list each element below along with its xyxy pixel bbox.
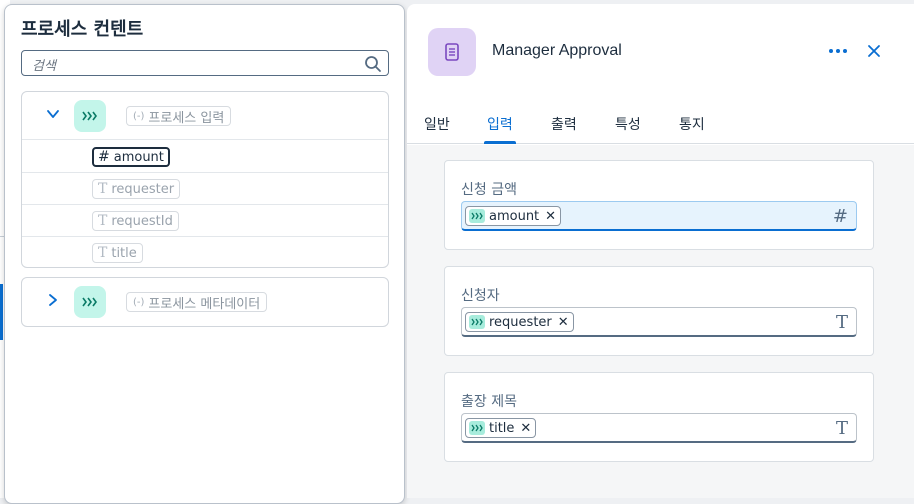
- variable-chip[interactable]: T title: [92, 243, 143, 263]
- tree-node-label-text: 프로세스 메타데이터: [148, 296, 261, 312]
- variable-token[interactable]: amount ✕: [465, 206, 562, 226]
- flow-arrows-icon: [74, 100, 106, 132]
- tab-bar: 일반 입력 출력 특성 통지: [407, 108, 914, 144]
- tab-output[interactable]: 출력: [551, 114, 577, 144]
- tree-node-process-input[interactable]: (-) 프로세스 입력: [22, 92, 388, 140]
- process-content-popover: 프로세스 컨텐트 검색 (-) 프로세스 입력 # amount T reque…: [4, 4, 405, 504]
- tree-leaf-title[interactable]: T title: [22, 237, 388, 269]
- input-mapping-area: 신청 금액 amount ✕ # 신청자 requester ✕ T 출장 제목…: [407, 145, 914, 498]
- number-type-icon: #: [98, 149, 110, 165]
- close-icon[interactable]: [865, 42, 883, 60]
- text-type-icon: T: [98, 245, 108, 261]
- variable-chip-label: title: [111, 245, 137, 261]
- tree-node-process-metadata[interactable]: (-) 프로세스 메타데이터: [22, 278, 388, 326]
- task-details-panel: Manager Approval 일반 입력 출력 특성 통지 신청 금액 am…: [407, 4, 914, 498]
- remove-token-icon[interactable]: ✕: [520, 421, 531, 436]
- remove-token-icon[interactable]: ✕: [545, 209, 556, 224]
- search-placeholder: 검색: [32, 59, 56, 74]
- remove-token-icon[interactable]: ✕: [558, 315, 569, 330]
- variable-chip-label: requestId: [111, 213, 173, 229]
- input-card-amount: 신청 금액 amount ✕ #: [444, 160, 874, 250]
- tree-node-label-text: 프로세스 입력: [148, 110, 225, 126]
- tree-node-label: (-) 프로세스 입력: [126, 106, 232, 126]
- tree-group-process-input: (-) 프로세스 입력 # amount T requester T reque…: [21, 91, 389, 268]
- text-type-icon: T: [98, 181, 108, 197]
- variable-tag-icon: (-): [133, 110, 145, 122]
- tree-node-label: (-) 프로세스 메타데이터: [126, 292, 268, 312]
- tab-notifications[interactable]: 통지: [679, 114, 705, 144]
- token-label: title: [489, 420, 515, 436]
- flow-arrows-icon: [469, 315, 485, 329]
- variable-chip-label: requester: [111, 181, 175, 197]
- input-card-requester: 신청자 requester ✕ T: [444, 266, 874, 356]
- search-icon[interactable]: [364, 55, 382, 73]
- variable-chip[interactable]: T requestId: [92, 211, 179, 231]
- field-label: 신청자: [461, 288, 500, 304]
- flow-arrows-icon: [469, 209, 485, 223]
- input-card-title: 출장 제목 title ✕ T: [444, 372, 874, 462]
- flow-arrows-icon: [469, 421, 485, 435]
- token-label: amount: [489, 208, 540, 224]
- variable-tag-icon: (-): [133, 296, 145, 308]
- tree-leaf-amount[interactable]: # amount: [22, 141, 388, 173]
- token-input-field[interactable]: amount ✕ #: [461, 201, 857, 231]
- popover-title: 프로세스 컨텐트: [21, 19, 144, 40]
- tab-general[interactable]: 일반: [424, 114, 450, 144]
- token-label: requester: [489, 314, 552, 330]
- tree-leaf-requestid[interactable]: T requestId: [22, 205, 388, 237]
- document-icon: [428, 28, 476, 76]
- token-input-field[interactable]: requester ✕ T: [461, 307, 857, 337]
- tab-properties[interactable]: 특성: [615, 114, 641, 144]
- tab-input[interactable]: 입력: [484, 114, 516, 144]
- chevron-right-icon[interactable]: [46, 293, 60, 307]
- variable-chip-label: amount: [113, 149, 164, 165]
- text-type-icon: T: [98, 213, 108, 229]
- tree-group-process-metadata: (-) 프로세스 메타데이터: [21, 277, 389, 327]
- field-label: 신청 금액: [461, 182, 517, 198]
- text-type-icon: T: [835, 312, 848, 333]
- panel-title: Manager Approval: [492, 42, 622, 59]
- search-input[interactable]: 검색: [21, 50, 389, 76]
- flow-arrows-icon: [74, 286, 106, 318]
- text-type-icon: T: [835, 418, 848, 439]
- token-input-field[interactable]: title ✕ T: [461, 413, 857, 443]
- background-selection-bar: [0, 284, 3, 340]
- number-type-icon: #: [832, 206, 848, 227]
- variable-chip[interactable]: T requester: [92, 179, 181, 199]
- variable-chip[interactable]: # amount: [92, 147, 170, 167]
- tree-leaf-requester[interactable]: T requester: [22, 173, 388, 205]
- chevron-down-icon[interactable]: [46, 107, 60, 121]
- more-icon[interactable]: [827, 40, 849, 62]
- field-label: 출장 제목: [461, 394, 517, 410]
- variable-token[interactable]: requester ✕: [465, 312, 574, 332]
- variable-token[interactable]: title ✕: [465, 418, 537, 438]
